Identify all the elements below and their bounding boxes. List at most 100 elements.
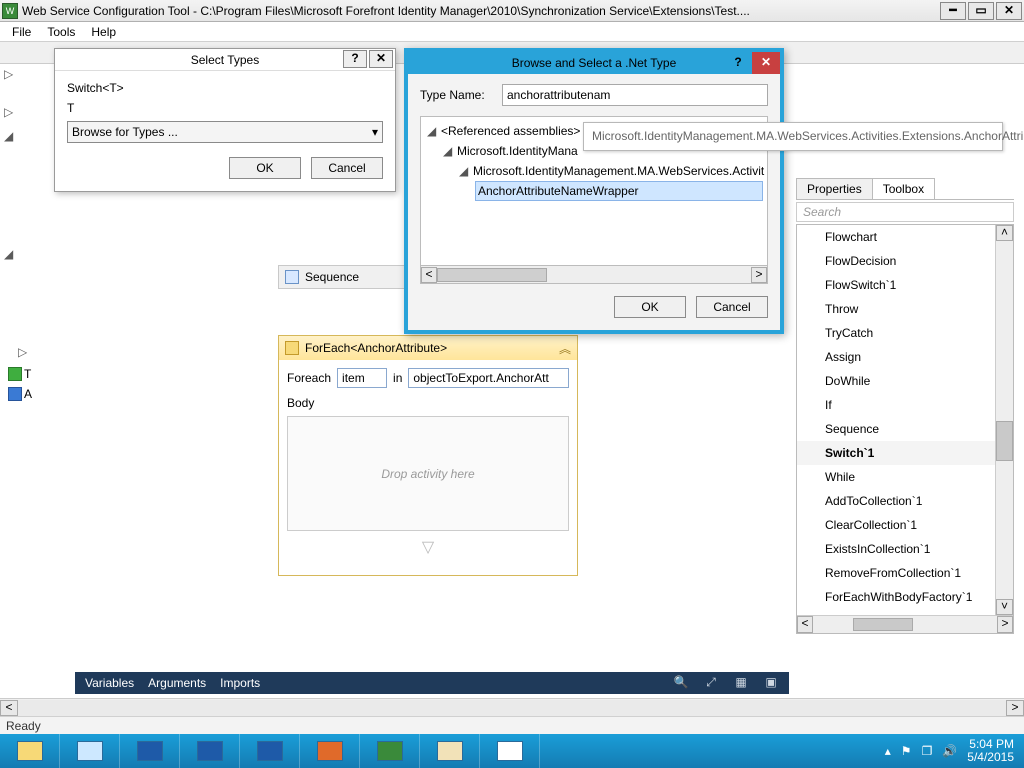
- tab-properties[interactable]: Properties: [796, 178, 873, 199]
- chevron-down-icon: ▾: [372, 125, 378, 139]
- scroll-right-button[interactable]: ˃: [1006, 700, 1024, 716]
- tab-toolbox[interactable]: Toolbox: [872, 178, 935, 199]
- arguments-tab[interactable]: Arguments: [148, 676, 206, 690]
- variables-tab[interactable]: Variables: [85, 676, 134, 690]
- taskbar-outlook[interactable]: [120, 734, 180, 768]
- designer-bottom-strip: Variables Arguments Imports 🔍 ⤢ ▦ ▣: [75, 672, 789, 694]
- tree-node[interactable]: <Referenced assemblies>: [441, 124, 580, 138]
- minimize-button[interactable]: ━: [940, 2, 966, 20]
- scroll-right-button[interactable]: ˃: [997, 616, 1013, 633]
- toolbox-item[interactable]: FlowDecision: [797, 249, 1013, 273]
- type-name-label: Type Name:: [420, 88, 492, 102]
- taskbar-explorer[interactable]: [0, 734, 60, 768]
- toolbox-item[interactable]: ForEachWithBodyFactory`1: [797, 585, 1013, 609]
- toolbox-item[interactable]: AddToCollection`1: [797, 489, 1013, 513]
- overview-icon[interactable]: ▦: [733, 675, 749, 691]
- toolbox-item[interactable]: If: [797, 393, 1013, 417]
- tray-volume-icon[interactable]: 🔊: [942, 744, 957, 758]
- cancel-button[interactable]: Cancel: [311, 157, 383, 179]
- foreach-icon: [285, 341, 299, 355]
- toolbox-hscrollbar[interactable]: ˂ ˃: [797, 615, 1013, 633]
- taskbar-wsct[interactable]: [360, 734, 420, 768]
- dialog-help-button[interactable]: ?: [343, 50, 367, 68]
- scroll-left-button[interactable]: ˂: [421, 267, 437, 283]
- menu-file[interactable]: File: [4, 23, 39, 41]
- taskbar-ie[interactable]: [60, 734, 120, 768]
- scrollbar-thumb[interactable]: [853, 618, 913, 631]
- search-icon[interactable]: 🔍: [673, 675, 689, 691]
- sequence-label: Sequence: [305, 270, 359, 284]
- menu-tools[interactable]: Tools: [39, 23, 83, 41]
- toolbox-item[interactable]: ExistsInCollection`1: [797, 537, 1013, 561]
- scroll-up-button[interactable]: ˄: [996, 225, 1013, 241]
- flow-arrow-icon: ▽: [287, 531, 569, 567]
- taskbar-app1[interactable]: [300, 734, 360, 768]
- toolbox-item[interactable]: Sequence: [797, 417, 1013, 441]
- zoom-icon[interactable]: ⤢: [703, 675, 719, 691]
- tree-item-label[interactable]: A: [24, 387, 32, 401]
- collapse-icon[interactable]: ︽: [559, 340, 571, 357]
- scroll-left-button[interactable]: ˂: [797, 616, 813, 633]
- toolbox-vscrollbar[interactable]: ˄ ˅: [995, 225, 1013, 615]
- taskbar: ▴ ⚑ ❐ 🔊 5:04 PM 5/4/2015: [0, 734, 1024, 768]
- scroll-down-button[interactable]: ˅: [996, 599, 1013, 615]
- tray-flag-icon[interactable]: ⚑: [901, 744, 912, 758]
- taskbar-word[interactable]: [240, 734, 300, 768]
- menu-bar: File Tools Help: [0, 22, 1024, 42]
- ok-button[interactable]: OK: [229, 157, 301, 179]
- toolbox-item[interactable]: TryCatch: [797, 321, 1013, 345]
- toolbox-item[interactable]: While: [797, 465, 1013, 489]
- toolbox-list: FlowchartFlowDecisionFlowSwitch`1ThrowTr…: [797, 225, 1013, 633]
- cancel-button[interactable]: Cancel: [696, 296, 768, 318]
- type-combo[interactable]: Browse for Types ... ▾: [67, 121, 383, 143]
- tray-up-icon[interactable]: ▴: [885, 744, 891, 758]
- foreach-source-input[interactable]: objectToExport.AnchorAtt: [408, 368, 569, 388]
- tree-node-selected[interactable]: AnchorAttributeNameWrapper: [478, 184, 639, 198]
- taskbar-lync[interactable]: [180, 734, 240, 768]
- foreach-activity[interactable]: ForEach<AnchorAttribute> ︽ Foreach item …: [278, 335, 578, 576]
- body-label: Body: [287, 396, 569, 410]
- main-hscrollbar[interactable]: ˂ ˃: [0, 698, 1024, 716]
- toolbox-item[interactable]: Assign: [797, 345, 1013, 369]
- toolbox-item[interactable]: FlowSwitch`1: [797, 273, 1013, 297]
- toolbox-item[interactable]: RemoveFromCollection`1: [797, 561, 1013, 585]
- in-keyword: in: [393, 371, 402, 385]
- tree-icon: [8, 387, 22, 401]
- activity-dropzone[interactable]: Drop activity here: [287, 416, 569, 531]
- toolbox-item[interactable]: Throw: [797, 297, 1013, 321]
- ok-button[interactable]: OK: [614, 296, 686, 318]
- close-button[interactable]: ✕: [996, 2, 1022, 20]
- menu-help[interactable]: Help: [83, 23, 124, 41]
- tree-node[interactable]: Microsoft.IdentityManagement.MA.WebServi…: [473, 164, 764, 178]
- tree-node[interactable]: Microsoft.IdentityMana: [457, 144, 578, 158]
- tray-clock[interactable]: 5:04 PM 5/4/2015: [967, 738, 1014, 764]
- status-bar: Ready: [0, 716, 1024, 734]
- dialog-close-button[interactable]: ✕: [369, 50, 393, 68]
- dialog-title: Select Types: [191, 53, 259, 67]
- tree-item-label[interactable]: T: [24, 367, 31, 381]
- toolbox-item[interactable]: ClearCollection`1: [797, 513, 1013, 537]
- scrollbar-thumb[interactable]: [996, 421, 1013, 461]
- combo-text: Browse for Types ...: [72, 125, 178, 139]
- toolbox-search[interactable]: Search: [796, 202, 1014, 222]
- taskbar-app2[interactable]: [480, 734, 540, 768]
- type-name-input[interactable]: [502, 84, 768, 106]
- right-pane: Properties Toolbox Search FlowchartFlowD…: [796, 178, 1014, 688]
- taskbar-paint[interactable]: [420, 734, 480, 768]
- foreach-item-input[interactable]: item: [337, 368, 387, 388]
- toolbox-item[interactable]: Switch`1: [797, 441, 1013, 465]
- dialog-close-button[interactable]: ✕: [752, 52, 780, 74]
- status-text: Ready: [6, 719, 41, 733]
- foreach-header[interactable]: ForEach<AnchorAttribute> ︽: [279, 336, 577, 360]
- dialog-help-button[interactable]: ?: [724, 52, 752, 74]
- tray-network-icon[interactable]: ❐: [922, 744, 933, 758]
- scroll-right-button[interactable]: ˃: [751, 267, 767, 283]
- minimap-icon[interactable]: ▣: [763, 675, 779, 691]
- toolbox-item[interactable]: DoWhile: [797, 369, 1013, 393]
- scroll-left-button[interactable]: ˂: [0, 700, 18, 716]
- maximize-button[interactable]: ▭: [968, 2, 994, 20]
- imports-tab[interactable]: Imports: [220, 676, 260, 690]
- scrollbar-thumb[interactable]: [437, 268, 547, 282]
- tree-hscrollbar[interactable]: ˂ ˃: [420, 266, 768, 284]
- toolbox-item[interactable]: Flowchart: [797, 225, 1013, 249]
